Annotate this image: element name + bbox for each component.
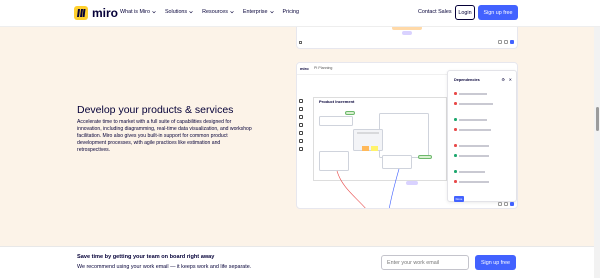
previous-section-image (296, 27, 518, 49)
item-text (458, 118, 487, 121)
nav-label: Pricing (282, 9, 299, 15)
nav-label: What is Miro (120, 9, 150, 15)
dependency-group (454, 169, 512, 184)
logo-wordmark: miro (92, 6, 119, 20)
blocked-status-icon (454, 128, 457, 131)
top-nav-bar: miro What is Miro Solutions Resources En… (0, 0, 600, 27)
tool-icon (299, 41, 302, 44)
item-text (458, 102, 493, 105)
item-text (458, 92, 487, 95)
banner-signup-button[interactable]: Sign up free (475, 255, 516, 270)
blocked-status-icon (454, 102, 457, 105)
dependency-group (454, 91, 512, 106)
login-button[interactable]: Login (455, 5, 475, 20)
help-icon[interactable] (510, 202, 514, 206)
dependencies-panel: Dependencies ⚙ ✕ Done (447, 70, 517, 202)
dependency-group (454, 143, 512, 158)
ok-status-icon (454, 118, 457, 121)
dependency-item (454, 153, 512, 158)
miro-logo[interactable]: miro (74, 6, 118, 20)
nav-pricing[interactable]: Pricing (283, 9, 299, 15)
page-scrollbar[interactable] (594, 27, 600, 278)
gear-icon[interactable]: ⚙ (501, 77, 505, 82)
nav-resources[interactable]: Resources (202, 9, 234, 15)
blocked-status-icon (454, 180, 457, 183)
nav-solutions[interactable]: Solutions (165, 9, 193, 15)
nav-label: Enterprise (242, 9, 268, 15)
zoom-controls (498, 40, 514, 44)
ok-status-icon (454, 154, 457, 157)
scroll-thumb[interactable] (596, 107, 599, 131)
contact-sales-link[interactable]: Contact Sales (418, 9, 452, 15)
blocked-status-icon (454, 92, 457, 95)
dependency-item (454, 101, 512, 106)
zoom-out-icon (498, 40, 502, 44)
chevron-down-icon (269, 11, 274, 14)
nav-enterprise[interactable]: Enterprise (243, 9, 274, 15)
nav-what-is-miro[interactable]: What is Miro (120, 9, 156, 15)
sticky-row (392, 27, 422, 30)
zoom-out-icon[interactable] (498, 202, 502, 206)
dependency-item (454, 179, 512, 184)
zoom-controls (498, 202, 514, 206)
signup-button[interactable]: Sign up free (478, 5, 518, 20)
dependency-group (454, 117, 512, 132)
nav-label: Resources (202, 9, 228, 15)
item-text (458, 154, 489, 157)
close-icon[interactable]: ✕ (509, 77, 512, 82)
miro-logo-icon (74, 6, 88, 20)
banner-title: Save time by getting your team on board … (77, 254, 215, 260)
signup-banner: Save time by getting your team on board … (0, 246, 594, 278)
zoom-in-icon[interactable] (504, 202, 508, 206)
chevron-down-icon (189, 11, 193, 14)
dependency-item (454, 127, 512, 132)
done-button[interactable]: Done (454, 196, 464, 202)
help-icon (510, 40, 514, 44)
main-nav: What is Miro Solutions Resources Enterpr… (120, 9, 299, 15)
blocked-status-icon (454, 144, 457, 147)
feature-description: Accelerate time to market with a full su… (77, 119, 252, 153)
panel-title: Dependencies (454, 78, 480, 82)
banner-subtitle: We recommend using your work email — it … (77, 264, 252, 270)
chevron-down-icon (230, 11, 234, 14)
item-text (458, 128, 491, 131)
item-text (458, 144, 489, 147)
email-field[interactable] (381, 255, 469, 270)
chevron-down-icon (152, 11, 156, 14)
zoom-in-icon (504, 40, 508, 44)
item-text (458, 170, 485, 173)
ok-status-icon (454, 170, 457, 173)
nav-label: Solutions (164, 9, 188, 15)
item-text (458, 180, 489, 183)
tag-chip (402, 31, 412, 35)
feature-title: Develop your products & services (77, 104, 234, 116)
product-screenshot: miro PI Planning Product Increment Depen… (296, 62, 518, 209)
